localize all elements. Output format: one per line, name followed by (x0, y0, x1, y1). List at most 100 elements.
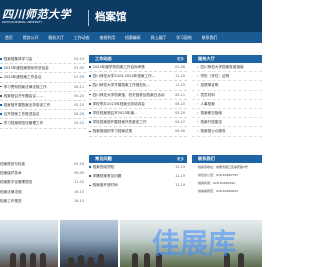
bullet-icon (89, 175, 91, 177)
person-figure (20, 253, 26, 267)
nav-item-learning[interactable]: 学习园地 (171, 32, 197, 43)
contact-address: 档案馆地址：成都市锦江区静安路5号 (198, 165, 248, 169)
service-item[interactable]: › 四川师范大学档案查阅指南 (192, 63, 262, 73)
person-figure (30, 253, 36, 267)
logo-chinese: 四川师范大学 (2, 8, 71, 21)
nav-item-online-hall[interactable]: 网上展厅 (146, 32, 172, 43)
left-news-panel: 档案馆集体学习会 03-19 2025年度档案馆年终总结会 01-09 2024年度… (0, 55, 86, 139)
left-list-panel: 档案规范与标准 04-16 档案保护技术 09-09 档案数字化管理规范 11-22 … (0, 160, 86, 216)
news-row[interactable]: 档案馆召开专题会议…… 05-25 (0, 92, 86, 101)
arrow-icon: › (197, 129, 199, 134)
person-figure (238, 253, 244, 267)
list-item[interactable]: 档案规范与标准 04-16 (0, 160, 86, 169)
bullet-icon (0, 113, 2, 115)
arrow-icon: › (197, 120, 199, 125)
bullet-icon (0, 85, 2, 88)
panel-header: 工作动态 更多 (89, 55, 187, 63)
more-link[interactable]: 更多 (177, 55, 184, 63)
person-figure (98, 254, 104, 267)
service-item[interactable]: › 档案开放鉴定 (192, 118, 262, 128)
work-news-panel: 工作动态 更多 2024年度学校档案工作目标考核 01-08 四川师范大学2023-… (89, 55, 187, 139)
news-row[interactable]: 2024年度学校档案工作目标考核 01-08 (89, 63, 187, 73)
bullet-icon (89, 84, 91, 87)
service-item[interactable]: › 成绩单证明 (192, 81, 262, 91)
bullet-icon (89, 121, 91, 123)
bullet-icon (0, 67, 2, 69)
news-row[interactable]: 四川师范大学2023-2024年档案工作... 12-29 (89, 72, 187, 82)
contact-panel: 联系我们 档案馆地址：成都市锦江区静安路5号 综合办公室：028-8448075… (192, 155, 262, 205)
list-item[interactable]: 档案法律法规 16-15 (0, 188, 86, 197)
bullet-icon (89, 93, 91, 96)
more-link[interactable]: 更多 (177, 155, 184, 163)
event-photo[interactable] (0, 220, 58, 267)
arrow-icon: › (197, 83, 199, 88)
panel-header: 常见问题 更多 (89, 155, 187, 163)
person-figure (40, 253, 46, 267)
list-item[interactable]: 档案保护技术 09-09 (0, 169, 86, 178)
person-figure (88, 257, 94, 267)
bullet-icon (89, 184, 91, 187)
arrow-icon: › (197, 74, 199, 79)
arrow-icon: › (197, 110, 199, 115)
arrow-icon: › (197, 65, 199, 69)
service-item[interactable]: › 人事档案 (192, 100, 262, 109)
arrow-icon: › (197, 92, 199, 97)
news-row[interactable]: 四川师范大学档案馆、校史馆参加档案日活动 06-11 (89, 91, 187, 100)
nav-item-work-news[interactable]: 工作动态 (69, 32, 95, 43)
person-figure (10, 253, 16, 267)
nav-item-contact[interactable]: 联系我们 (197, 32, 223, 43)
bullet-icon (89, 112, 91, 114)
news-row[interactable]: 学校举办2023年档案业务培训会 06-10 (89, 100, 187, 109)
service-item[interactable]: › 档案移交指南 (192, 109, 262, 119)
bullet-icon (0, 58, 2, 60)
list-item[interactable]: 档案数字化管理规范 11-22 (0, 178, 86, 187)
university-logo[interactable]: 四川师范大学 SICHUAN NORMAL UNIVERSITY (2, 9, 78, 27)
faq-row[interactable]: 学籍档案常见问题 12-19 (89, 172, 187, 181)
site-header: 四川师范大学 SICHUAN NORMAL UNIVERSITY 档案馆 (0, 0, 262, 32)
faq-panel: 常见问题 更多 档案查阅须知 12-19 学籍档案常见问题 12-19 档案馆开放时间… (89, 155, 187, 199)
bullet-icon (0, 122, 2, 125)
nav-item-archive-query[interactable]: 查档利用 (94, 32, 120, 43)
list-item[interactable]: 档案工作规范 16-15 (0, 197, 86, 206)
event-photo[interactable] (60, 220, 118, 267)
nav-item-service-hall[interactable]: 服务大厅 (43, 32, 69, 43)
bullet-icon (0, 104, 2, 106)
service-item[interactable]: › 党员材料 (192, 91, 262, 100)
news-row[interactable]: 学习贯彻档案法律法规工作 06-11 (0, 83, 86, 92)
news-row[interactable]: 档案馆组织学习档案法规 06-06 (89, 127, 187, 137)
person-figure (144, 253, 150, 267)
service-hall-panel: 服务大厅 › 四川师范大学档案查阅指南 › 学历（学位）证明 › 成绩单证明 › 党员材… (192, 55, 262, 139)
bullet-icon (89, 66, 91, 68)
bullet-icon (89, 166, 91, 168)
logo-divider (88, 10, 89, 26)
news-row[interactable]: 档案馆开展档案业务培训工作 05-10 (0, 101, 86, 111)
contact-phone: 综合办公室：028-84480755 (198, 173, 239, 177)
faq-row[interactable]: 档案馆开放时间 12-19 (89, 181, 187, 190)
faq-row[interactable]: 档案查阅须知 12-19 (89, 163, 187, 172)
nav-item-home[interactable]: 首页 (0, 32, 18, 43)
nav-item-editing[interactable]: 档案编研 (120, 32, 146, 43)
news-row[interactable]: 四川师范大学开展档案工作规范化... 11-25 (89, 81, 187, 91)
person-figure (68, 257, 74, 267)
logo-english: SICHUAN NORMAL UNIVERSITY (2, 21, 43, 24)
nav-item-affairs[interactable]: 馆务公开 (18, 32, 44, 43)
news-row[interactable]: 2025年度档案馆年终总结会 01-09 (0, 64, 86, 74)
news-row[interactable]: 学校档案馆开展档案开放鉴定工作 04-07 (89, 118, 187, 128)
person-figure (78, 255, 84, 267)
bullet-icon (0, 94, 2, 97)
news-row[interactable]: 学习档案规范化管理工作 03-22 (0, 119, 86, 129)
panel-header: 联系我们 (192, 155, 262, 163)
main-nav: 首页 馆务公开 服务大厅 工作动态 查档利用 档案编研 网上展厅 学习园地 联系… (0, 32, 262, 43)
news-row[interactable]: 2024年度档案工作会议 07-09 (0, 73, 86, 83)
service-item[interactable]: › 学历（学位）证明 (192, 72, 262, 82)
watermark-text: 佳展库 (152, 227, 237, 260)
contact-phone: 档案利用：028-84480999 (198, 181, 236, 185)
bullet-icon (89, 102, 91, 105)
site-title: 档案馆 (95, 11, 127, 23)
bullet-icon (89, 75, 91, 77)
contact-phone: 档案编研室：028-84480655 (198, 189, 239, 193)
service-item[interactable]: › 档案馆公众服务 (192, 127, 262, 137)
news-row[interactable]: 档案馆集体学习会 03-19 (0, 55, 86, 65)
news-row[interactable]: 学校档案馆召开2023年度... 05-29 (89, 109, 187, 119)
news-row[interactable]: 召开档案工作推进会议 04-26 (0, 110, 86, 120)
